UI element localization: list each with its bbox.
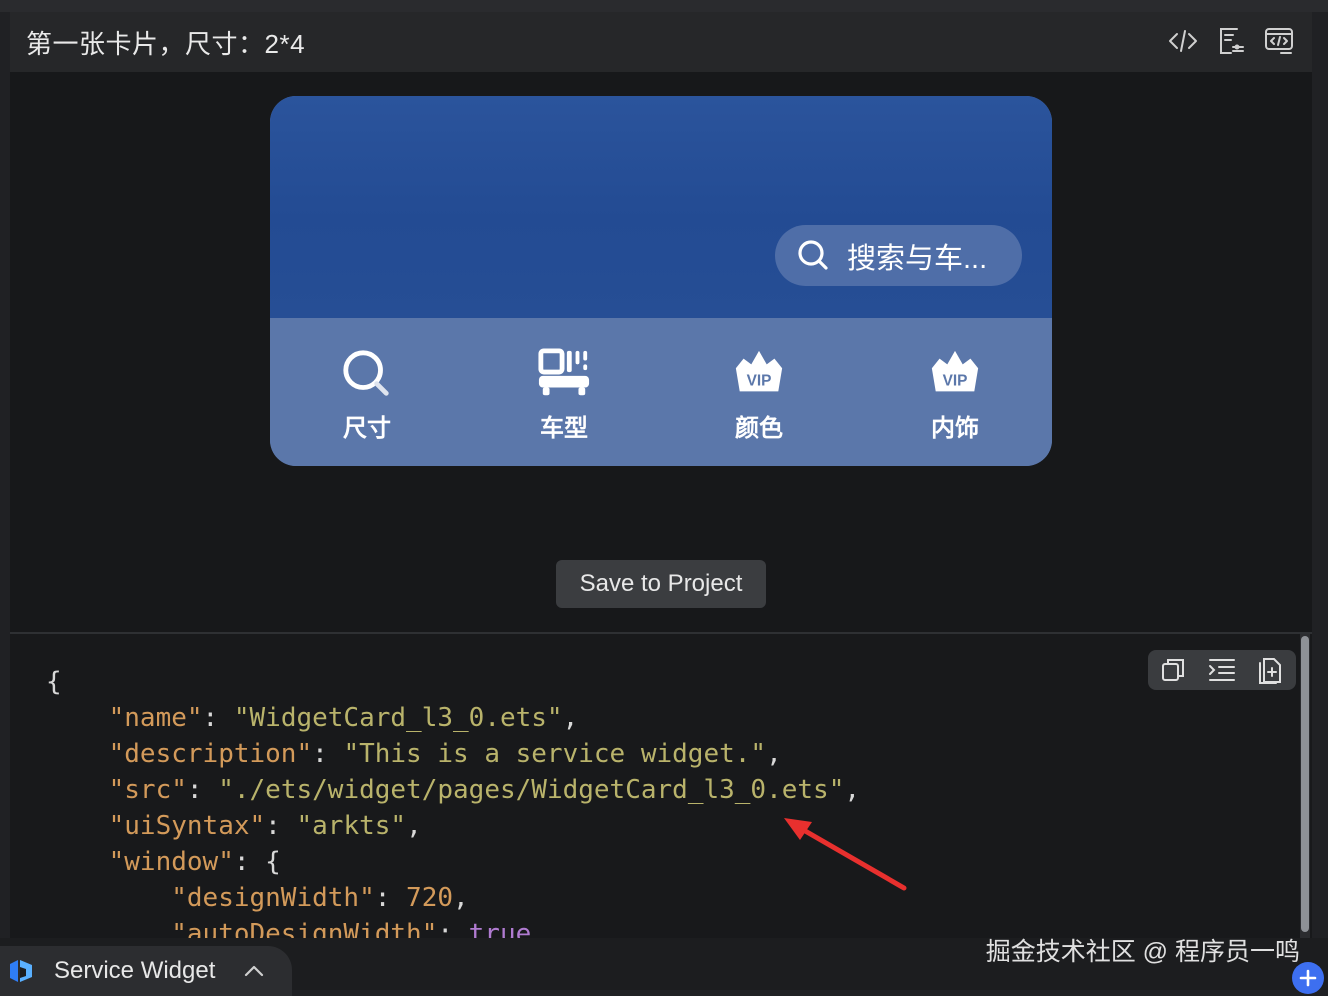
svg-text:VIP: VIP xyxy=(747,373,772,390)
service-widget-label: Service Widget xyxy=(54,957,216,984)
json-value: "This is a service widget." xyxy=(343,739,767,769)
feature-label: 车型 xyxy=(540,415,588,442)
json-key: "designWidth" xyxy=(171,883,375,913)
service-widget-tab[interactable]: Service Widget xyxy=(0,946,292,996)
json-key: "src" xyxy=(108,775,187,805)
json-key: "window" xyxy=(108,847,234,877)
feature-size[interactable]: 尺寸 xyxy=(307,346,427,443)
insert-file-icon[interactable] xyxy=(1256,655,1286,685)
json-key: "name" xyxy=(108,703,203,733)
card-banner: 搜索与车... xyxy=(270,96,1052,318)
code-scrollbar[interactable] xyxy=(1300,634,1310,938)
widget-preview-area: 搜索与车... 尺寸 车型 VIP 颜色 VIP 内饰 Save to Proj… xyxy=(10,72,1312,632)
feature-label: 内饰 xyxy=(931,415,979,442)
properties-icon[interactable] xyxy=(1214,24,1248,58)
feature-color[interactable]: VIP 颜色 xyxy=(699,346,819,443)
json-key: "uiSyntax" xyxy=(108,811,266,841)
vip-crown-icon: VIP xyxy=(926,346,984,402)
header-actions xyxy=(1166,24,1296,58)
search-icon xyxy=(798,239,828,270)
feature-interior[interactable]: VIP 内饰 xyxy=(895,346,1015,443)
card-title: 第一张卡片，尺寸：2*4 xyxy=(26,28,306,59)
add-button[interactable] xyxy=(1292,962,1324,994)
feature-label: 尺寸 xyxy=(343,415,391,442)
preview-header: 第一张卡片，尺寸：2*4 xyxy=(10,12,1312,72)
code-brace: { xyxy=(46,667,62,697)
service-widget-logo-icon xyxy=(10,960,32,982)
scrollbar-thumb[interactable] xyxy=(1301,636,1309,932)
feature-label: 颜色 xyxy=(735,415,783,442)
vip-crown-icon: VIP xyxy=(730,346,788,402)
search-placeholder: 搜索与车... xyxy=(847,242,988,275)
json-code-view[interactable]: { "name": "WidgetCard_l3_0.ets", "descri… xyxy=(10,634,1312,938)
copy-icon[interactable] xyxy=(1158,655,1188,685)
code-toolbar xyxy=(1148,650,1296,690)
code-brace: { xyxy=(265,847,281,877)
svg-text:VIP: VIP xyxy=(943,373,968,390)
bottom-bar: Service Widget 掘金技术社区 @ 程序员一鸣 xyxy=(0,938,1328,996)
code-content: { "name": "WidgetCard_l3_0.ets", "descri… xyxy=(46,664,860,938)
card-feature-row: 尺寸 车型 VIP 颜色 VIP 内饰 xyxy=(270,318,1052,466)
car-model-icon xyxy=(535,346,593,402)
json-key: "autoDesignWidth" xyxy=(171,919,438,938)
annotation-arrow xyxy=(784,818,907,891)
json-value: "./ets/widget/pages/WidgetCard_l3_0.ets" xyxy=(218,775,845,805)
code-icon[interactable] xyxy=(1166,24,1200,58)
widget-card[interactable]: 搜索与车... 尺寸 车型 VIP 颜色 VIP 内饰 xyxy=(270,96,1052,466)
json-key: "description" xyxy=(108,739,313,769)
window-top-band xyxy=(0,0,1328,12)
json-value: "WidgetCard_l3_0.ets" xyxy=(233,703,563,733)
save-to-project-button[interactable]: Save to Project xyxy=(556,560,766,608)
card-search-pill[interactable]: 搜索与车... xyxy=(775,225,1022,286)
feature-car-model[interactable]: 车型 xyxy=(504,346,624,443)
json-value: "arkts" xyxy=(296,811,407,841)
json-boolean: true xyxy=(468,919,532,938)
code-preview-icon[interactable] xyxy=(1262,24,1296,58)
chevron-up-icon[interactable] xyxy=(243,960,265,982)
json-number: 720 xyxy=(406,883,454,913)
plus-icon xyxy=(1299,969,1317,987)
format-icon[interactable] xyxy=(1207,655,1237,685)
watermark-text: 掘金技术社区 @ 程序员一鸣 xyxy=(985,938,1300,966)
search-icon xyxy=(338,346,396,402)
